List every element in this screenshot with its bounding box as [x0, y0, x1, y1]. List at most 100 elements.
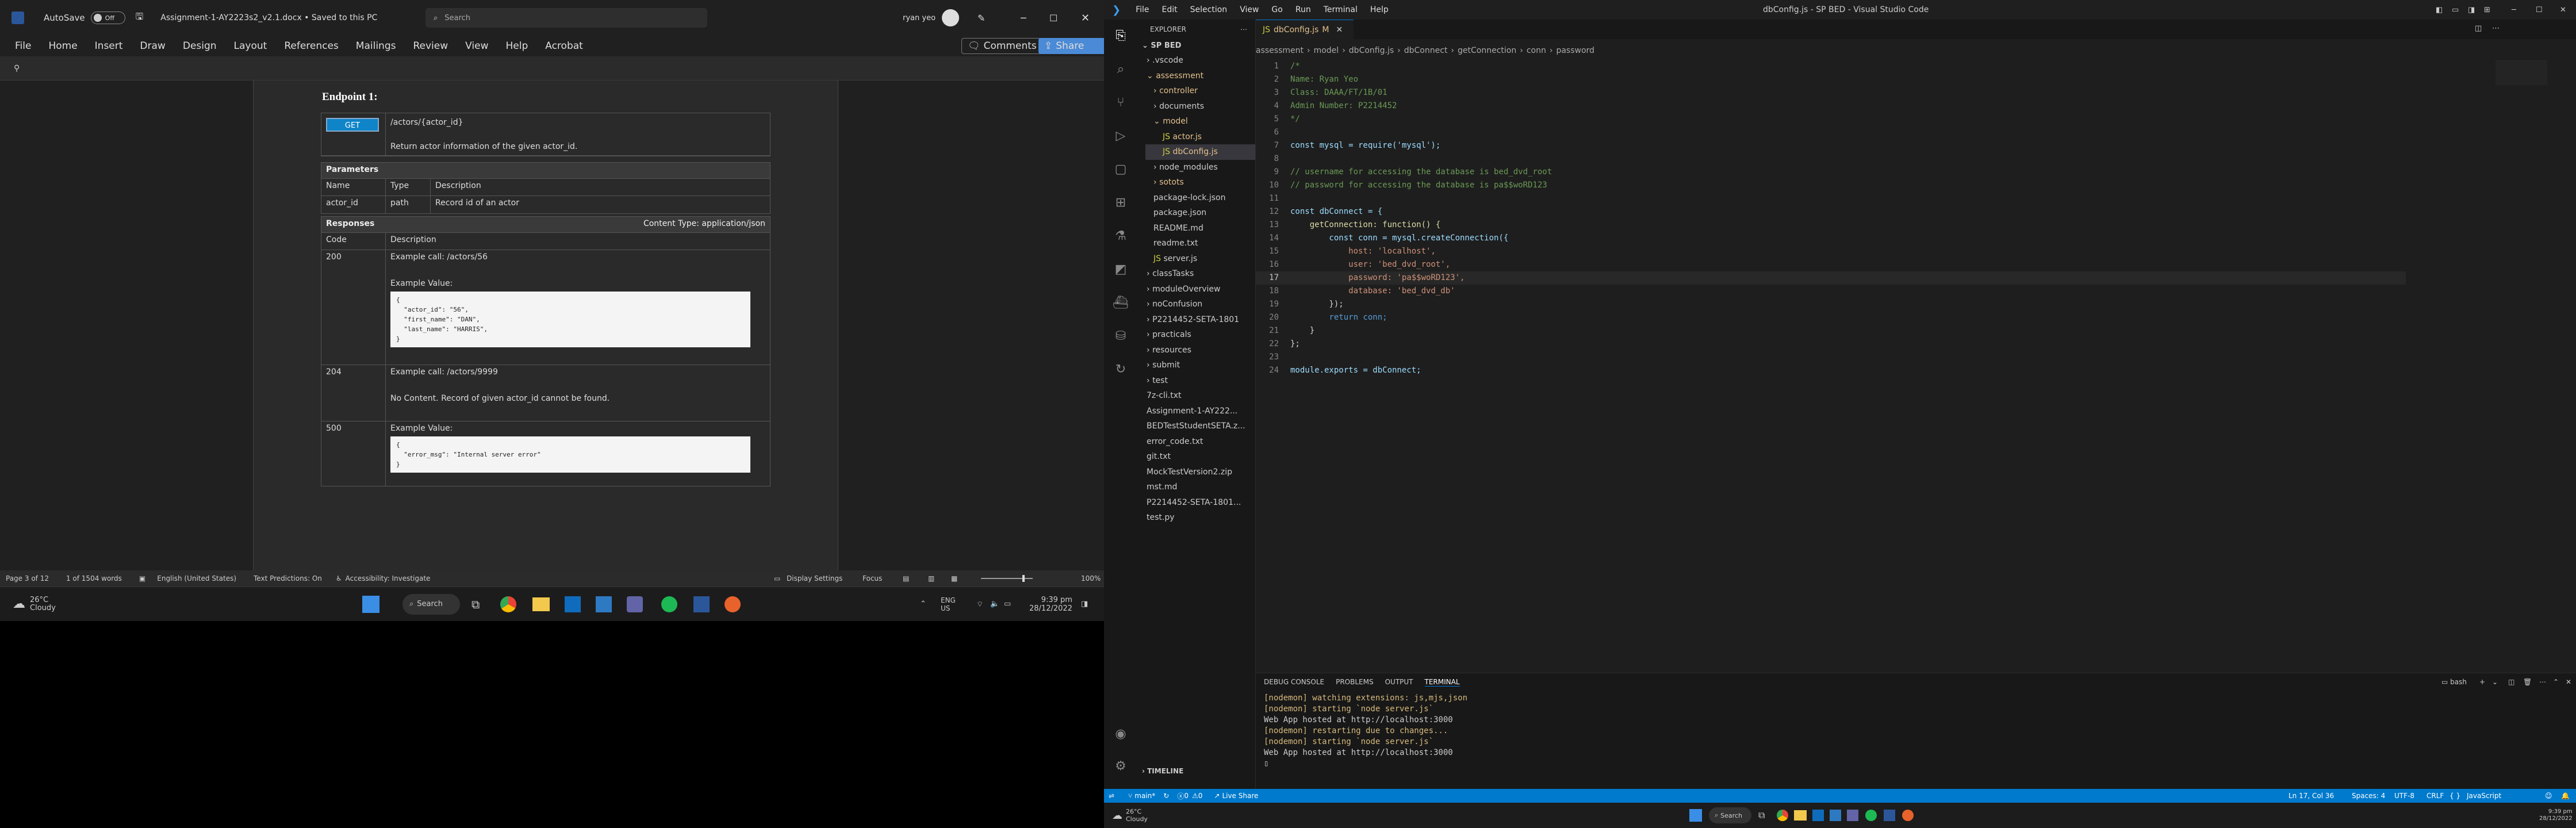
- panel-tab-active[interactable]: TERMINAL: [1424, 678, 1460, 687]
- tree-file[interactable]: P2214452-SETA-1801...: [1145, 495, 1255, 511]
- feedback-icon[interactable]: ☺: [2545, 792, 2552, 800]
- timeline-section[interactable]: › TIMELINE: [1142, 767, 1183, 775]
- pen-icon[interactable]: ✎: [977, 13, 985, 24]
- zoom-slider-thumb[interactable]: [1022, 575, 1025, 582]
- save-icon[interactable]: 🖫: [136, 10, 144, 26]
- teams-icon[interactable]: [627, 596, 643, 612]
- more-icon[interactable]: ⋯: [2492, 24, 2500, 33]
- zoom-level[interactable]: 100%: [1081, 574, 1101, 582]
- source-control-icon[interactable]: ⑂: [1104, 86, 1137, 120]
- ribbon-tab[interactable]: Help: [505, 40, 528, 52]
- tree-file[interactable]: README.md: [1145, 221, 1255, 236]
- menu-item[interactable]: Terminal: [1324, 5, 1358, 14]
- tree-folder[interactable]: › documents: [1145, 99, 1255, 114]
- encoding[interactable]: UTF-8: [2394, 792, 2414, 800]
- indentation[interactable]: Spaces: 4: [2352, 792, 2385, 800]
- file-explorer-icon[interactable]: [1794, 810, 1807, 821]
- close-icon[interactable]: ✕: [1081, 12, 1090, 24]
- minimap[interactable]: [2496, 60, 2547, 85]
- tree-folder[interactable]: › resources: [1145, 343, 1255, 358]
- chrome-icon[interactable]: [1777, 810, 1788, 821]
- outlook-icon[interactable]: [1812, 810, 1824, 821]
- tree-folder[interactable]: › node_modules: [1145, 160, 1255, 175]
- print-layout-icon[interactable]: ▥: [928, 574, 934, 582]
- tree-file[interactable]: JS actor.js: [1145, 129, 1255, 145]
- tree-folder[interactable]: › submit: [1145, 358, 1255, 373]
- menu-item[interactable]: Help: [1370, 5, 1389, 14]
- sync-icon[interactable]: ↻: [1163, 792, 1169, 800]
- vscode-icon[interactable]: [1830, 810, 1841, 821]
- file-explorer-icon[interactable]: [532, 597, 550, 611]
- panel-tab[interactable]: DEBUG CONSOLE: [1264, 678, 1324, 686]
- ribbon-tab[interactable]: Insert: [95, 40, 123, 52]
- title-search-box[interactable]: ⌕ Search: [425, 8, 707, 28]
- close-icon[interactable]: ✕: [1336, 25, 1343, 34]
- clock-time[interactable]: 9:39 pm: [1041, 596, 1072, 604]
- tree-folder[interactable]: › .vscode: [1145, 53, 1255, 68]
- spotify-icon[interactable]: [1865, 810, 1877, 821]
- breadcrumb-item[interactable]: password: [1556, 46, 1594, 55]
- ribbon-tab[interactable]: File: [15, 40, 31, 52]
- chevron-down-icon[interactable]: ⌄: [2492, 678, 2498, 686]
- split-editor-icon[interactable]: ◫: [2475, 24, 2482, 33]
- more-icon[interactable]: ⋯: [1240, 25, 1247, 33]
- document-name[interactable]: Assignment-1-AY2223s2_v2.1.docx • Saved …: [160, 13, 377, 22]
- tree-folder[interactable]: › noConfusion: [1145, 297, 1255, 312]
- layout-icon[interactable]: ⊞: [2484, 6, 2490, 14]
- panel-tab[interactable]: OUTPUT: [1385, 678, 1413, 686]
- workspace-root[interactable]: ⌄ SP BED: [1137, 39, 1255, 53]
- live-share-icon[interactable]: ↻: [1104, 353, 1137, 386]
- word-icon[interactable]: [693, 596, 710, 612]
- settings-gear-icon[interactable]: ⚙: [1104, 759, 1137, 773]
- ribbon-tab[interactable]: Acrobat: [545, 40, 583, 52]
- trash-icon[interactable]: 🗑: [2523, 678, 2532, 686]
- word-icon[interactable]: [1884, 810, 1895, 821]
- tree-folder[interactable]: ⌄ assessment: [1145, 68, 1255, 84]
- tree-file-selected[interactable]: JS dbConfig.js: [1145, 144, 1255, 160]
- line-ending[interactable]: CRLF: [2426, 792, 2444, 800]
- docker-icon[interactable]: ⛴: [1104, 286, 1137, 320]
- minimize-icon[interactable]: ─: [2512, 6, 2516, 14]
- clock-date[interactable]: 28/12/2022: [2539, 815, 2573, 822]
- language[interactable]: English (United States): [157, 574, 236, 582]
- web-layout-icon[interactable]: ▦: [951, 574, 957, 582]
- ribbon-tab[interactable]: References: [284, 40, 338, 52]
- cursor-position[interactable]: Ln 17, Col 36: [2288, 792, 2334, 800]
- tree-folder[interactable]: › classTasks: [1145, 266, 1255, 282]
- share-button[interactable]: ⇪ Share: [1038, 38, 1107, 54]
- github-icon[interactable]: ◩: [1104, 253, 1137, 286]
- tree-folder[interactable]: ⌄ model: [1145, 114, 1255, 129]
- menu-item[interactable]: Edit: [1162, 5, 1178, 14]
- breadcrumb-item[interactable]: model: [1314, 46, 1339, 55]
- tree-folder[interactable]: › practicals: [1145, 327, 1255, 343]
- taskbar-search[interactable]: ⌕ Search: [402, 593, 460, 615]
- chrome-icon[interactable]: [500, 596, 516, 612]
- chevron-up-icon[interactable]: ⌃: [920, 600, 926, 608]
- clock-date[interactable]: 28/12/2022: [1029, 604, 1072, 613]
- word-count[interactable]: 1 of 1504 words: [66, 574, 122, 582]
- maximize-icon[interactable]: ☐: [1049, 13, 1057, 24]
- taskbar-search[interactable]: ⌕ Search: [1709, 807, 1751, 823]
- menu-item[interactable]: Run: [1295, 5, 1311, 14]
- tree-file[interactable]: 7z-cli.txt: [1145, 388, 1255, 404]
- task-view-icon[interactable]: ⧉: [471, 597, 480, 611]
- breadcrumb-item[interactable]: getConnection: [1458, 46, 1516, 55]
- layout-icon[interactable]: ◧: [2436, 6, 2443, 14]
- teams-icon[interactable]: [1847, 810, 1858, 821]
- tree-file[interactable]: readme.txt: [1145, 236, 1255, 251]
- avatar[interactable]: [942, 9, 959, 26]
- minimize-icon[interactable]: ─: [1021, 13, 1026, 24]
- remote-explorer-icon[interactable]: ▢: [1104, 153, 1137, 186]
- menu-item[interactable]: View: [1240, 5, 1259, 14]
- testing-icon[interactable]: ⚗: [1104, 220, 1137, 253]
- volume-icon[interactable]: 🔈: [990, 600, 999, 608]
- tree-file[interactable]: package.json: [1145, 205, 1255, 221]
- ribbon-tab[interactable]: Mailings: [356, 40, 396, 52]
- account-icon[interactable]: ◉: [1104, 727, 1137, 741]
- close-icon[interactable]: ✕: [2566, 678, 2571, 686]
- tree-folder[interactable]: › test: [1145, 373, 1255, 389]
- tree-file[interactable]: Assignment-1-AY222...: [1145, 404, 1255, 419]
- lightbulb-icon[interactable]: ⚲: [14, 64, 20, 73]
- start-icon[interactable]: [1689, 809, 1702, 822]
- more-icon[interactable]: ⋯: [2539, 678, 2546, 686]
